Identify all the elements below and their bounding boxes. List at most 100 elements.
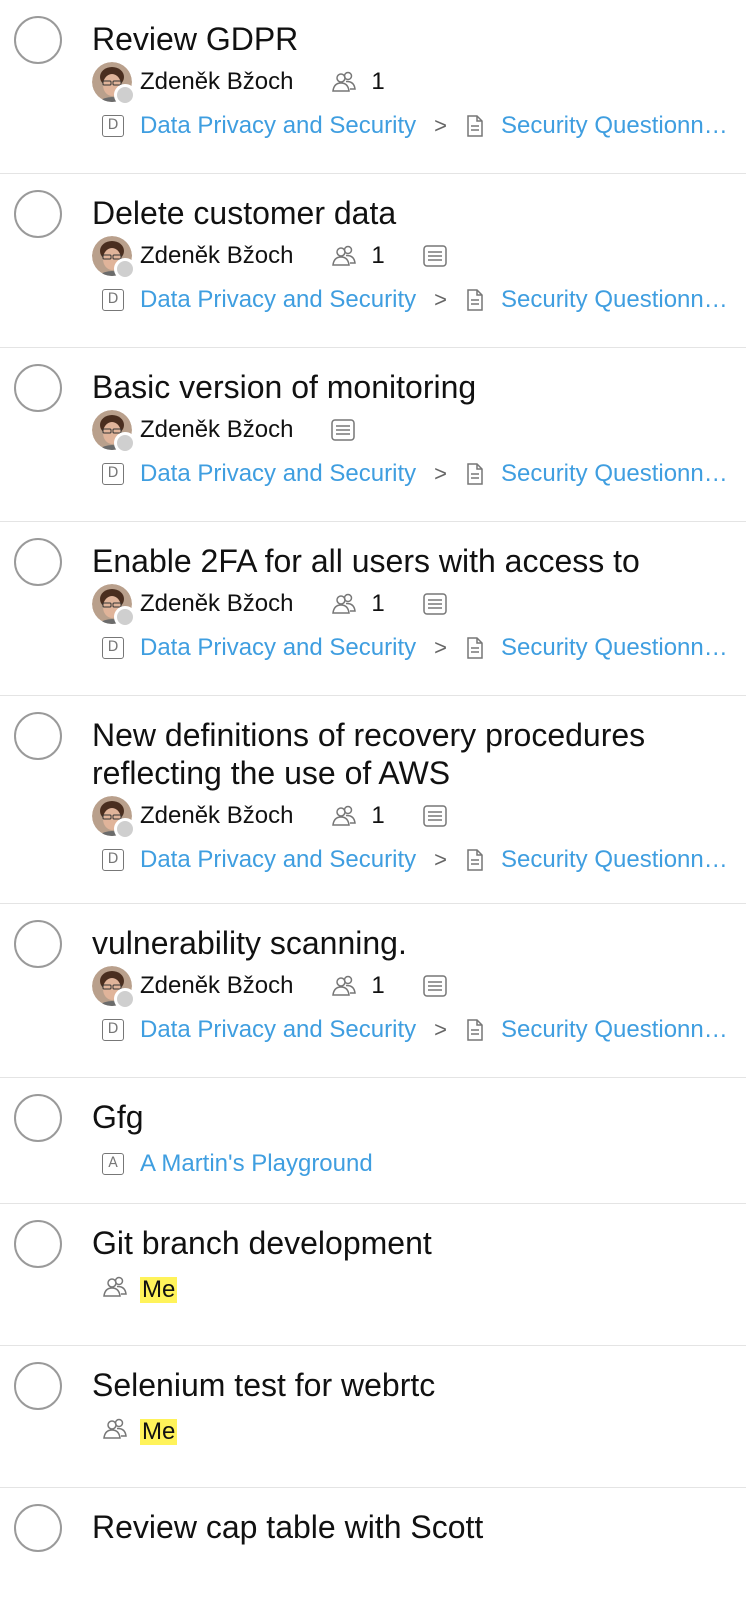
project-link[interactable]: Data Privacy and Security (140, 634, 416, 662)
me-label: Me (140, 1418, 178, 1445)
task-title[interactable]: Basic version of monitoring (92, 368, 736, 406)
avatar[interactable] (92, 966, 136, 1010)
project-link[interactable]: Data Privacy and Security (140, 460, 416, 488)
followers-icon (331, 243, 357, 269)
presence-dot (114, 606, 136, 628)
note-icon[interactable] (423, 245, 447, 267)
task-meta: Zdeněk Bžoch 1 (92, 964, 736, 1010)
project-path: D Data Privacy and Security > Security Q… (92, 1008, 736, 1052)
task-title[interactable]: Enable 2FA for all users with access to (92, 542, 736, 580)
task-row[interactable]: Review GDPR Zdeněk Bžoch 1 D Data Privac… (0, 0, 746, 174)
document-icon (465, 463, 485, 485)
breadcrumb-separator: > (434, 113, 447, 138)
follower-count: 1 (371, 68, 385, 95)
task-body: Review GDPR Zdeněk Bžoch 1 D Data Privac… (92, 20, 736, 148)
task-row[interactable]: Delete customer data Zdeněk Bžoch 1 D Da… (0, 174, 746, 348)
followers-icon (331, 69, 357, 95)
task-body: Git branch development Me (92, 1224, 736, 1312)
complete-checkbox[interactable] (14, 1362, 62, 1410)
task-row[interactable]: Review cap table with Scott (0, 1488, 746, 1608)
followers-icon[interactable] (102, 1416, 128, 1449)
followers[interactable]: 1 (331, 242, 385, 270)
presence-dot (114, 258, 136, 280)
avatar[interactable] (92, 410, 136, 454)
subproject-link[interactable]: Security Questionnaire (501, 634, 733, 662)
task-row[interactable]: vulnerability scanning. Zdeněk Bžoch 1 D… (0, 904, 746, 1078)
task-row[interactable]: Selenium test for webrtc Me (0, 1346, 746, 1488)
subproject-link[interactable]: Security Questionnaire (501, 112, 733, 140)
task-body: Review cap table with Scott (92, 1508, 736, 1546)
subproject-link[interactable]: Security Questionnaire (501, 460, 733, 488)
avatar[interactable] (92, 62, 136, 106)
task-meta: Me (102, 1268, 736, 1312)
assignee-name[interactable]: Zdeněk Bžoch (140, 972, 293, 1000)
task-body: vulnerability scanning. Zdeněk Bžoch 1 D… (92, 924, 736, 1052)
task-row[interactable]: Git branch development Me (0, 1204, 746, 1346)
subproject-link[interactable]: Security Questionnaire (501, 286, 733, 314)
complete-checkbox[interactable] (14, 364, 62, 412)
followers[interactable]: 1 (331, 68, 385, 96)
complete-checkbox[interactable] (14, 1504, 62, 1552)
followers-icon[interactable] (102, 1274, 128, 1307)
subproject-link[interactable]: Security Questionnaire (501, 1016, 733, 1044)
project-badge: D (102, 463, 124, 485)
complete-checkbox[interactable] (14, 1220, 62, 1268)
project-link[interactable]: Data Privacy and Security (140, 112, 416, 140)
task-title[interactable]: Git branch development (92, 1224, 736, 1262)
follower-count: 1 (371, 802, 385, 829)
task-row[interactable]: New definitions of recovery procedures r… (0, 696, 746, 904)
project-link[interactable]: Data Privacy and Security (140, 1016, 416, 1044)
project-badge: D (102, 115, 124, 137)
avatar[interactable] (92, 236, 136, 280)
task-row[interactable]: Gfg A A Martin's Playground (0, 1078, 746, 1204)
assignee-name[interactable]: Zdeněk Bžoch (140, 68, 293, 96)
presence-dot (114, 432, 136, 454)
project-link[interactable]: Data Privacy and Security (140, 286, 416, 314)
complete-checkbox[interactable] (14, 538, 62, 586)
task-title[interactable]: vulnerability scanning. (92, 924, 736, 962)
followers-icon (331, 973, 357, 999)
project-path: A A Martin's Playground (92, 1142, 736, 1186)
followers[interactable]: 1 (331, 802, 385, 830)
complete-checkbox[interactable] (14, 920, 62, 968)
assignee-name[interactable]: Zdeněk Bžoch (140, 802, 293, 830)
breadcrumb-separator: > (434, 287, 447, 312)
task-body: Enable 2FA for all users with access to … (92, 542, 736, 670)
avatar[interactable] (92, 796, 136, 840)
avatar[interactable] (92, 584, 136, 628)
assignee-name[interactable]: Zdeněk Bžoch (140, 416, 293, 444)
project-badge: D (102, 849, 124, 871)
project-link[interactable]: A Martin's Playground (140, 1150, 373, 1178)
note-icon[interactable] (331, 419, 356, 441)
followers[interactable]: 1 (331, 972, 385, 1000)
task-title[interactable]: Selenium test for webrtc (92, 1366, 736, 1404)
presence-dot (114, 818, 136, 840)
task-list: Review GDPR Zdeněk Bžoch 1 D Data Privac… (0, 0, 746, 1608)
complete-checkbox[interactable] (14, 1094, 62, 1142)
complete-checkbox[interactable] (14, 190, 62, 238)
complete-checkbox[interactable] (14, 712, 62, 760)
note-icon[interactable] (423, 593, 447, 615)
subproject-link[interactable]: Security Questionnaire (501, 846, 733, 874)
task-title[interactable]: New definitions of recovery procedures r… (92, 716, 712, 792)
follower-count: 1 (371, 242, 385, 269)
complete-checkbox[interactable] (14, 16, 62, 64)
assignee-name[interactable]: Zdeněk Bžoch (140, 242, 293, 270)
project-link[interactable]: Data Privacy and Security (140, 846, 416, 874)
task-meta: Zdeněk Bžoch 1 (92, 60, 736, 106)
task-row[interactable]: Enable 2FA for all users with access to … (0, 522, 746, 696)
breadcrumb-separator: > (434, 1017, 447, 1042)
note-icon[interactable] (423, 805, 447, 827)
project-path: D Data Privacy and Security > Security Q… (92, 452, 736, 496)
task-title[interactable]: Review cap table with Scott (92, 1508, 736, 1546)
task-title[interactable]: Delete customer data (92, 194, 736, 232)
assignee-name[interactable]: Zdeněk Bžoch (140, 590, 293, 618)
task-row[interactable]: Basic version of monitoring Zdeněk Bžoch… (0, 348, 746, 522)
project-path: D Data Privacy and Security > Security Q… (92, 626, 736, 670)
note-icon[interactable] (423, 975, 447, 997)
task-meta: Zdeněk Bžoch 1 (92, 234, 736, 280)
follower-count: 1 (371, 590, 385, 617)
followers[interactable]: 1 (331, 590, 385, 618)
task-title[interactable]: Gfg (92, 1098, 736, 1136)
task-title[interactable]: Review GDPR (92, 20, 736, 58)
